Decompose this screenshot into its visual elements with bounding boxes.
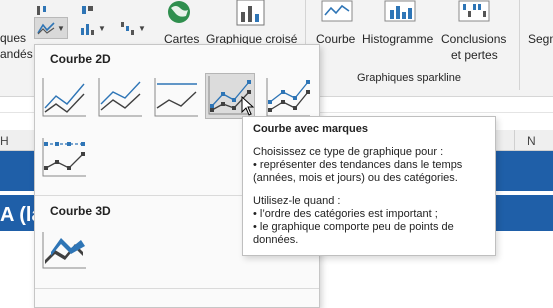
tooltip-title: Courbe avec marques bbox=[253, 123, 368, 135]
tooltip-text: Choisissez ce type de graphique pour : bbox=[253, 146, 444, 158]
stacked-line-chart-option[interactable] bbox=[95, 75, 145, 121]
hierarchy-chart-button[interactable] bbox=[80, 0, 96, 22]
stacked-line-with-markers-chart-icon bbox=[266, 78, 310, 117]
column-header-n[interactable]: N bbox=[527, 134, 536, 148]
sparkline-line-button[interactable] bbox=[321, 0, 355, 24]
stacked-line-chart-icon bbox=[98, 78, 142, 117]
tooltip-text: • le graphique comporte peu de points de bbox=[253, 221, 454, 233]
stacked-line-with-markers-chart-option[interactable] bbox=[263, 75, 313, 121]
chevron-down-icon: ▼ bbox=[57, 23, 65, 33]
chevron-down-icon: ▼ bbox=[138, 23, 146, 33]
section-title-3d: Courbe 3D bbox=[50, 204, 111, 218]
pivot-chart-button[interactable] bbox=[236, 0, 266, 26]
sparkline-winloss-label-2[interactable]: et pertes bbox=[451, 48, 498, 62]
ribbon-cut-label-2: andés bbox=[0, 47, 33, 61]
percent-stacked-line-with-markers-chart-option[interactable] bbox=[39, 135, 89, 181]
ribbon-cut-label-1: ques bbox=[0, 31, 27, 45]
statistic-chart-icon bbox=[81, 24, 94, 35]
tooltip-text: Utilisez-le quand : bbox=[253, 195, 341, 207]
sparkline-line-icon bbox=[321, 0, 353, 22]
sparkline-column-button[interactable] bbox=[384, 0, 418, 24]
sparkline-line-label[interactable]: Courbe bbox=[316, 32, 355, 46]
3d-line-chart-icon bbox=[42, 232, 86, 269]
column-chart-icon bbox=[37, 6, 46, 15]
mouse-pointer-icon bbox=[241, 96, 255, 116]
sparkline-group-label: Graphiques sparkline bbox=[357, 72, 461, 84]
sparkline-column-label[interactable]: Histogramme bbox=[362, 32, 433, 46]
section-divider bbox=[35, 288, 319, 289]
percent-stacked-line-chart-option[interactable] bbox=[151, 75, 201, 121]
tooltip-text: • représenter des tendances dans le temp… bbox=[253, 159, 463, 171]
section-title-2d: Courbe 2D bbox=[50, 52, 111, 66]
line-chart-icon bbox=[42, 78, 86, 117]
waterfall-chart-icon bbox=[121, 22, 134, 35]
percent-stacked-line-with-markers-chart-icon bbox=[42, 138, 86, 177]
globe-icon bbox=[168, 1, 190, 23]
line-chart-option[interactable] bbox=[39, 75, 89, 121]
waterfall-chart-button[interactable]: ▼ bbox=[120, 17, 146, 39]
column-header-h[interactable]: H bbox=[0, 134, 9, 148]
tooltip-text: • l’ordre des catégories est important ; bbox=[253, 208, 438, 220]
sparkline-winloss-label-1[interactable]: Conclusions bbox=[441, 32, 506, 46]
chevron-down-icon: ▼ bbox=[98, 23, 106, 33]
maps-button[interactable] bbox=[166, 0, 196, 26]
tooltip-text: (années, mois et jours) ou des catégorie… bbox=[253, 172, 458, 184]
sparkline-winloss-button[interactable] bbox=[458, 0, 492, 24]
column-divider bbox=[514, 130, 515, 150]
sparkline-winloss-icon bbox=[458, 0, 490, 22]
pivot-chart-icon bbox=[236, 0, 265, 26]
slicer-label[interactable]: Segm bbox=[528, 32, 553, 46]
hierarchy-chart-icon bbox=[82, 6, 93, 14]
3d-line-chart-option[interactable] bbox=[39, 227, 89, 273]
column-chart-button[interactable] bbox=[35, 0, 51, 22]
sparkline-column-icon bbox=[384, 0, 416, 22]
line-chart-icon bbox=[37, 22, 55, 35]
group-divider bbox=[519, 0, 520, 90]
percent-stacked-line-chart-icon bbox=[154, 78, 198, 117]
chart-type-tooltip: Courbe avec marques Choisissez ce type d… bbox=[242, 116, 496, 256]
tooltip-text: données. bbox=[253, 234, 299, 246]
